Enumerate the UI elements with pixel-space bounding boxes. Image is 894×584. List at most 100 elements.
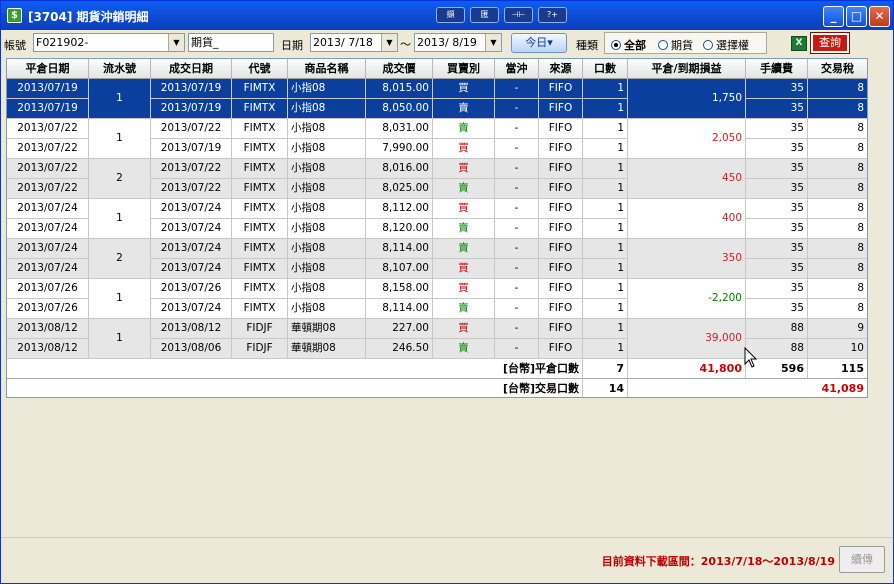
- price-cell[interactable]: 8,031.00: [366, 119, 433, 139]
- serial-cell[interactable]: 1: [89, 279, 151, 319]
- fee-cell[interactable]: 35: [746, 219, 808, 239]
- close-date-cell[interactable]: 2013/07/19: [7, 99, 89, 119]
- day-trade-cell[interactable]: -: [495, 259, 539, 279]
- pl-cell[interactable]: 39,000: [628, 319, 746, 359]
- code-cell[interactable]: FIMTX: [232, 79, 288, 99]
- category-field[interactable]: 期貨_: [188, 33, 274, 52]
- name-cell[interactable]: 小指08: [288, 259, 366, 279]
- side-cell[interactable]: 賣: [433, 179, 495, 199]
- qty-cell[interactable]: 1: [583, 79, 628, 99]
- continue-button[interactable]: 續傳: [839, 546, 885, 573]
- tax-cell[interactable]: 8: [808, 79, 867, 99]
- fee-cell[interactable]: 35: [746, 239, 808, 259]
- day-trade-cell[interactable]: -: [495, 299, 539, 319]
- price-cell[interactable]: 8,112.00: [366, 199, 433, 219]
- tax-cell[interactable]: 8: [808, 279, 867, 299]
- day-trade-cell[interactable]: -: [495, 339, 539, 359]
- serial-cell[interactable]: 1: [89, 119, 151, 159]
- tax-cell[interactable]: 8: [808, 179, 867, 199]
- tax-cell[interactable]: 8: [808, 299, 867, 319]
- price-cell[interactable]: 8,025.00: [366, 179, 433, 199]
- fee-cell[interactable]: 35: [746, 199, 808, 219]
- help-tool-button[interactable]: ?+: [538, 7, 567, 23]
- side-cell[interactable]: 賣: [433, 99, 495, 119]
- day-trade-cell[interactable]: -: [495, 79, 539, 99]
- qty-cell[interactable]: 1: [583, 339, 628, 359]
- code-cell[interactable]: FIMTX: [232, 299, 288, 319]
- tax-cell[interactable]: 8: [808, 239, 867, 259]
- fee-cell[interactable]: 35: [746, 99, 808, 119]
- trade-date-cell[interactable]: 2013/07/19: [151, 99, 232, 119]
- close-date-cell[interactable]: 2013/08/12: [7, 319, 89, 339]
- fee-cell[interactable]: 35: [746, 279, 808, 299]
- trade-date-cell[interactable]: 2013/07/24: [151, 199, 232, 219]
- code-cell[interactable]: FIDJF: [232, 319, 288, 339]
- close-date-cell[interactable]: 2013/07/22: [7, 179, 89, 199]
- price-cell[interactable]: 246.50: [366, 339, 433, 359]
- tax-cell[interactable]: 8: [808, 259, 867, 279]
- pl-cell[interactable]: 400: [628, 199, 746, 239]
- price-cell[interactable]: 227.00: [366, 319, 433, 339]
- column-header[interactable]: 成交日期: [151, 59, 232, 79]
- code-cell[interactable]: FIMTX: [232, 179, 288, 199]
- close-date-cell[interactable]: 2013/07/24: [7, 199, 89, 219]
- price-cell[interactable]: 8,016.00: [366, 159, 433, 179]
- source-cell[interactable]: FIFO: [539, 259, 583, 279]
- chevron-down-icon[interactable]: ▼: [485, 34, 501, 51]
- name-cell[interactable]: 小指08: [288, 219, 366, 239]
- qty-cell[interactable]: 1: [583, 239, 628, 259]
- close-date-cell[interactable]: 2013/07/24: [7, 239, 89, 259]
- column-header[interactable]: 平倉/到期損益: [628, 59, 746, 79]
- code-cell[interactable]: FIMTX: [232, 279, 288, 299]
- close-date-cell[interactable]: 2013/07/24: [7, 219, 89, 239]
- qty-cell[interactable]: 1: [583, 179, 628, 199]
- trade-date-cell[interactable]: 2013/07/24: [151, 239, 232, 259]
- price-cell[interactable]: 8,120.00: [366, 219, 433, 239]
- type-radio-all[interactable]: 全部: [611, 37, 646, 53]
- serial-cell[interactable]: 1: [89, 319, 151, 359]
- side-cell[interactable]: 賣: [433, 299, 495, 319]
- qty-cell[interactable]: 1: [583, 259, 628, 279]
- export-tool-button[interactable]: 匯: [470, 7, 499, 23]
- name-cell[interactable]: 小指08: [288, 139, 366, 159]
- side-cell[interactable]: 買: [433, 79, 495, 99]
- tax-cell[interactable]: 8: [808, 159, 867, 179]
- source-cell[interactable]: FIFO: [539, 199, 583, 219]
- tax-cell[interactable]: 8: [808, 99, 867, 119]
- excel-export-icon[interactable]: X: [791, 36, 807, 51]
- maximize-button[interactable]: □: [846, 6, 867, 27]
- column-header[interactable]: 交易稅: [808, 59, 867, 79]
- date-from-picker[interactable]: 2013/ 7/18 ▼: [310, 33, 398, 52]
- source-cell[interactable]: FIFO: [539, 119, 583, 139]
- price-cell[interactable]: 7,990.00: [366, 139, 433, 159]
- day-trade-cell[interactable]: -: [495, 279, 539, 299]
- tax-cell[interactable]: 8: [808, 199, 867, 219]
- code-cell[interactable]: FIDJF: [232, 339, 288, 359]
- chevron-down-icon[interactable]: ▼: [381, 34, 397, 51]
- code-cell[interactable]: FIMTX: [232, 99, 288, 119]
- column-header[interactable]: 成交價: [366, 59, 433, 79]
- day-trade-cell[interactable]: -: [495, 319, 539, 339]
- name-cell[interactable]: 小指08: [288, 279, 366, 299]
- qty-cell[interactable]: 1: [583, 299, 628, 319]
- price-cell[interactable]: 8,114.00: [366, 239, 433, 259]
- side-cell[interactable]: 賣: [433, 239, 495, 259]
- qty-cell[interactable]: 1: [583, 279, 628, 299]
- name-cell[interactable]: 小指08: [288, 99, 366, 119]
- tax-cell[interactable]: 8: [808, 219, 867, 239]
- pl-cell[interactable]: -2,200: [628, 279, 746, 319]
- source-cell[interactable]: FIFO: [539, 139, 583, 159]
- side-cell[interactable]: 買: [433, 319, 495, 339]
- source-cell[interactable]: FIFO: [539, 279, 583, 299]
- close-date-cell[interactable]: 2013/07/19: [7, 79, 89, 99]
- day-trade-cell[interactable]: -: [495, 239, 539, 259]
- source-cell[interactable]: FIFO: [539, 319, 583, 339]
- fee-cell[interactable]: 35: [746, 159, 808, 179]
- close-date-cell[interactable]: 2013/07/26: [7, 279, 89, 299]
- price-cell[interactable]: 8,107.00: [366, 259, 433, 279]
- account-select[interactable]: F021902- ▼: [33, 33, 185, 52]
- today-button[interactable]: 今日▾: [511, 33, 567, 53]
- tax-cell[interactable]: 10: [808, 339, 867, 359]
- serial-cell[interactable]: 2: [89, 239, 151, 279]
- type-radio-futures[interactable]: 期貨: [658, 37, 693, 53]
